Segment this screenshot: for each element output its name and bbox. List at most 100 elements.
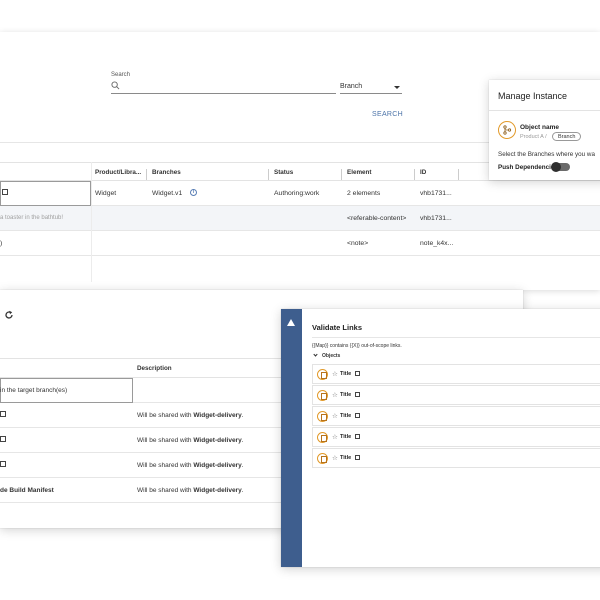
column-divider <box>91 162 92 282</box>
star-icon[interactable]: ☆ <box>332 370 338 378</box>
object-path: Product A / <box>520 134 547 140</box>
column-separator <box>341 169 342 180</box>
dependency-description: Will be shared with Widget-delivery. <box>137 487 244 494</box>
document-icon <box>317 369 328 380</box>
desc-suffix: . <box>241 412 244 419</box>
row-id: note_k4x... <box>420 240 454 247</box>
star-icon[interactable]: ☆ <box>332 412 338 420</box>
external-link-icon[interactable] <box>0 461 6 467</box>
item-title: Title <box>340 455 352 461</box>
search-button[interactable]: SEARCH <box>372 111 403 118</box>
desc-prefix: Will be shared with <box>137 487 194 494</box>
dependency-name: in the target branch(es) <box>0 387 68 394</box>
push-dependencies-toggle[interactable] <box>551 162 570 172</box>
external-link-icon[interactable] <box>0 411 6 417</box>
desc-prefix: Will be shared with <box>137 437 194 444</box>
warning-icon <box>287 319 295 326</box>
row-title: ) <box>0 240 3 247</box>
validate-links-dialog: Validate Links {{Map}} contains {{X}} ou… <box>281 309 600 567</box>
item-title: Title <box>340 371 352 377</box>
list-item[interactable]: ☆ Title <box>312 385 600 405</box>
refresh-icon[interactable] <box>4 310 14 320</box>
divider <box>489 110 600 111</box>
caret-down-icon <box>394 86 400 89</box>
row-status: Authoring:work <box>274 190 320 197</box>
out-of-scope-message: {{Map}} contains {{X}} out-of-scope link… <box>312 343 402 349</box>
list-item[interactable]: ☆ Title <box>312 448 600 468</box>
external-link-icon[interactable] <box>355 413 360 418</box>
star-icon[interactable]: ☆ <box>332 454 338 462</box>
toggle-knob <box>551 162 561 172</box>
row-title: a toaster in the bathtub! <box>0 215 64 221</box>
desc-prefix: Will be shared with <box>137 412 194 419</box>
column-header-status: Status <box>274 169 294 176</box>
external-link-icon[interactable] <box>355 371 360 376</box>
desc-target: Widget-delivery <box>193 487 242 494</box>
desc-prefix: Will be shared with <box>137 462 194 469</box>
list-item[interactable]: ☆ Title <box>312 364 600 384</box>
external-link-icon[interactable] <box>355 455 360 460</box>
divider <box>312 337 600 338</box>
document-icon <box>317 453 328 464</box>
column-separator <box>268 169 269 180</box>
table-row[interactable]: ) <note> note_k4x... <box>0 231 600 256</box>
table-row-empty <box>0 256 600 281</box>
external-link-icon[interactable] <box>355 434 360 439</box>
branch-chip[interactable]: Branch <box>552 132 582 141</box>
search-input[interactable] <box>111 81 336 94</box>
info-icon[interactable]: i <box>190 189 197 196</box>
dialog-title: Manage Instance <box>498 91 568 101</box>
column-separator <box>458 169 459 180</box>
external-link-icon[interactable] <box>355 392 360 397</box>
row-branch: Widget.v1 <box>152 190 183 197</box>
desc-suffix: . <box>241 462 244 469</box>
dependency-name: de Build Manifest <box>0 487 54 494</box>
dependency-description: Will be shared with Widget-delivery. <box>137 412 244 419</box>
list-item[interactable]: ☆ Title <box>312 427 600 447</box>
search-label: Search <box>111 72 131 78</box>
desc-suffix: . <box>241 487 244 494</box>
row-id: vhb1731... <box>420 190 452 197</box>
manage-instance-dialog: Manage Instance Object name Product A / … <box>489 80 600 180</box>
table-row[interactable]: Widget Widget.v1 i Authoring:work 2 elem… <box>0 181 600 206</box>
dependency-description: Will be shared with Widget-delivery. <box>137 437 244 444</box>
dependency-description: Will be shared with Widget-delivery. <box>137 462 244 469</box>
push-dependencies-label: Push Dependencies <box>498 164 558 171</box>
column-header-branches: Branches <box>152 169 181 176</box>
column-separator <box>146 169 147 180</box>
document-icon <box>317 432 328 443</box>
row-id: vhb1731... <box>420 215 452 222</box>
star-icon[interactable]: ☆ <box>332 391 338 399</box>
branch-select[interactable]: Branch <box>340 81 402 94</box>
item-title: Title <box>340 413 352 419</box>
column-header-id: ID <box>420 169 427 176</box>
objects-list: ☆ Title ☆ Title ☆ Title ☆ Title ☆ Title <box>312 364 600 469</box>
external-link-icon[interactable] <box>0 436 6 442</box>
document-icon <box>317 411 328 422</box>
desc-target: Widget-delivery <box>193 462 242 469</box>
search-icon <box>111 81 120 90</box>
warning-sidebar <box>281 309 302 567</box>
column-separator <box>414 169 415 180</box>
desc-suffix: . <box>241 437 244 444</box>
list-item[interactable]: ☆ Title <box>312 406 600 426</box>
star-icon[interactable]: ☆ <box>332 433 338 441</box>
selected-cell <box>0 181 91 206</box>
row-product: Widget <box>95 190 117 197</box>
document-icon <box>317 390 328 401</box>
column-header-product: Product/Libra... <box>95 169 142 176</box>
chevron-down-icon <box>313 352 318 357</box>
desc-target: Widget-delivery <box>193 412 242 419</box>
column-header-description: Description <box>137 365 172 372</box>
column-header-element: Element <box>347 169 372 176</box>
object-name: Object name <box>520 124 560 131</box>
dialog-title: Validate Links <box>312 323 363 332</box>
objects-group-label: Objects <box>322 353 341 359</box>
objects-group-toggle[interactable]: Objects <box>313 352 341 359</box>
external-link-icon[interactable] <box>2 189 8 195</box>
branch-object-icon <box>498 121 516 139</box>
item-title: Title <box>340 434 352 440</box>
row-element: <referable-content> <box>347 215 407 222</box>
table-row[interactable]: a toaster in the bathtub! <referable-con… <box>0 206 600 231</box>
desc-target: Widget-delivery <box>193 437 242 444</box>
